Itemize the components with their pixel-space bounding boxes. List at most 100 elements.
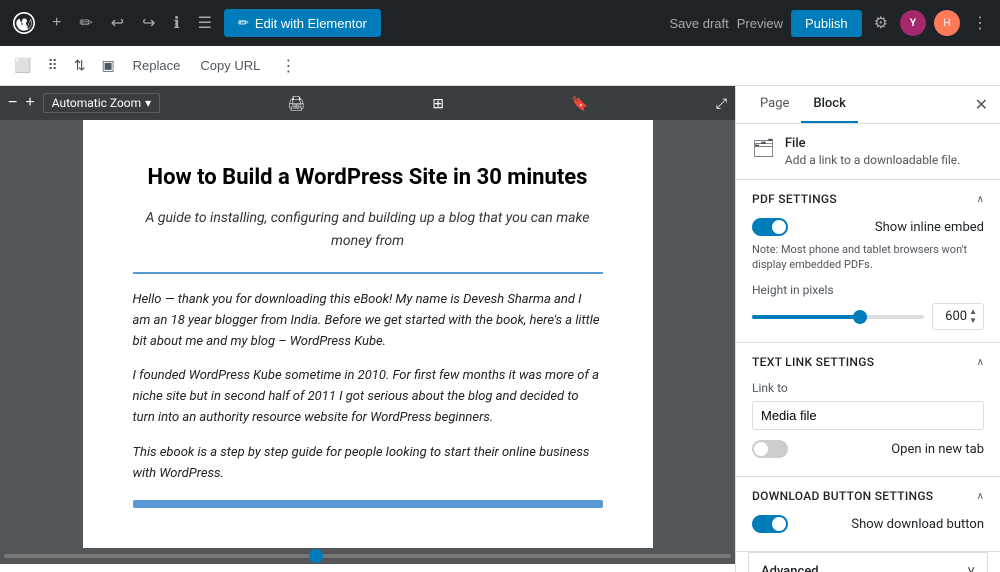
link-to-label: Link to [752,381,984,395]
tab-block[interactable]: Block [801,86,857,123]
file-folder-icon: 🗂 [752,138,775,159]
wordpress-icon [13,12,35,34]
link-to-row: Link to Media file [752,381,984,430]
info-button[interactable]: ℹ [168,9,186,37]
move-button[interactable]: ⇅ [68,53,92,78]
height-number-input[interactable]: 600 ▲ ▼ [932,303,984,331]
height-number-arrows[interactable]: ▲ ▼ [969,308,977,326]
settings-button[interactable]: ⚙ [870,9,892,37]
pdf-toolbar: − + Automatic Zoom ▾ 🖨 ⊞ 🔖 ⤢ [0,86,735,120]
show-download-button-label: Show download button [851,517,984,532]
pen-button[interactable]: ✏ [73,9,98,37]
list-button[interactable]: ☰ [192,9,218,37]
panel-close-button[interactable]: ✕ [975,95,988,115]
file-section: 🗂 File Add a link to a downloadable file… [736,124,1000,180]
download-button-settings-section: Download button settings ∧ Show download… [736,477,1000,552]
pdf-scrollbar[interactable] [0,548,735,564]
wp-logo [8,7,40,39]
show-download-toggle[interactable] [752,515,788,533]
pdf-folder-button[interactable]: ⊞ [432,95,444,112]
pdf-scrollbar-thumb[interactable] [309,549,323,563]
pdf-bookmark-button[interactable]: 🔖 [571,95,588,112]
pdf-body-3: This ebook is a step by step guide for p… [133,443,603,485]
show-inline-embed-label: Show inline embed [875,220,984,235]
layout-button[interactable]: ▣ [95,53,120,78]
pdf-title: How to Build a WordPress Site in 30 minu… [133,160,603,195]
text-link-settings-section: Text link settings ∧ Link to Media file … [736,343,1000,477]
edit-elementor-label: Edit with Elementor [255,16,367,31]
text-link-chevron-icon: ∧ [977,357,984,368]
open-new-tab-row: Open in new tab [752,440,984,458]
pdf-bottom-bar [133,500,603,508]
pdf-zoom-in-button[interactable]: + [25,94,34,112]
pdf-subtitle: A guide to installing, configuring and b… [133,207,603,252]
edit-elementor-pencil-icon: ✏ [238,15,249,31]
advanced-chevron-icon: ˅ [967,563,975,572]
more-options-button[interactable]: ⋮ [968,9,992,37]
hubspot-badge[interactable]: H [934,10,960,36]
advanced-header[interactable]: Advanced ˅ [748,552,988,572]
block-more-options-button[interactable]: ⋮ [272,52,304,80]
pdf-zoom-label: Automatic Zoom [52,96,141,110]
edit-elementor-button[interactable]: ✏ Edit with Elementor [224,9,381,37]
download-button-chevron-icon: ∧ [977,491,984,502]
height-value: 600 [939,309,967,324]
undo-button[interactable]: ↩ [105,9,130,37]
height-slider-fill [752,315,855,319]
drag-handle-button[interactable]: ⠿ [41,53,63,78]
pdf-divider [133,272,603,274]
yoast-badge[interactable]: Y [900,10,926,36]
text-link-settings-title: Text link settings [752,355,874,369]
download-button-settings-title: Download button settings [752,489,933,503]
pdf-zoom-chevron-icon: ▾ [145,96,151,110]
pdf-zoom-selector[interactable]: Automatic Zoom ▾ [43,93,161,113]
pdf-expand-button[interactable]: ⤢ [716,95,727,112]
pdf-settings-header[interactable]: PDF settings ∧ [752,192,984,206]
pdf-body-2: I founded WordPress Kube sometime in 201… [133,366,603,428]
replace-button[interactable]: Replace [125,54,189,77]
height-arrow-down-icon[interactable]: ▼ [969,317,977,326]
pdf-body-1: Hello — thank you for downloading this e… [133,290,603,352]
panel-header: Page Block ✕ [736,86,1000,124]
file-description: Add a link to a downloadable file. [785,153,960,167]
pdf-viewer: − + Automatic Zoom ▾ 🖨 ⊞ 🔖 ⤢ How to Buil… [0,86,735,564]
pdf-print-button[interactable]: 🖨 [287,95,305,112]
publish-button[interactable]: Publish [791,10,862,37]
show-inline-embed-row: Show inline embed [752,218,984,236]
height-slider-track[interactable] [752,315,924,319]
show-inline-embed-toggle[interactable] [752,218,788,236]
top-toolbar: + ✏ ↩ ↪ ℹ ☰ ✏ Edit with Elementor Save d… [0,0,1000,46]
link-to-dropdown[interactable]: Media file [761,408,975,423]
editor-area: − + Automatic Zoom ▾ 🖨 ⊞ 🔖 ⤢ How to Buil… [0,86,735,572]
text-link-settings-header[interactable]: Text link settings ∧ [752,355,984,369]
main-content: − + Automatic Zoom ▾ 🖨 ⊞ 🔖 ⤢ How to Buil… [0,86,1000,572]
right-panel: Page Block ✕ 🗂 File Add a link to a down… [735,86,1000,572]
tab-page[interactable]: Page [748,86,801,123]
download-button-settings-header[interactable]: Download button settings ∧ [752,489,984,503]
add-button[interactable]: + [46,10,67,36]
pdf-settings-title: PDF settings [752,192,837,206]
pdf-scrollbar-track[interactable] [4,554,731,558]
open-new-tab-label: Open in new tab [891,442,984,457]
pdf-document: How to Build a WordPress Site in 30 minu… [83,120,653,548]
pdf-settings-section: PDF settings ∧ Show inline embed Note: M… [736,180,1000,343]
save-draft-button[interactable]: Save draft [670,16,729,31]
pdf-zoom-out-button[interactable]: − [8,94,17,112]
copy-url-button[interactable]: Copy URL [192,54,268,77]
show-download-button-row: Show download button [752,515,984,533]
advanced-section: Advanced ˅ [736,552,1000,572]
preview-button[interactable]: Preview [737,16,783,31]
editor-wrapper: − + Automatic Zoom ▾ 🖨 ⊞ 🔖 ⤢ How to Buil… [0,86,735,572]
redo-button[interactable]: ↪ [136,9,161,37]
file-details: File Add a link to a downloadable file. [785,136,960,167]
pdf-settings-chevron-icon: ∧ [977,194,984,205]
height-slider-thumb[interactable] [853,310,867,324]
height-label: Height in pixels [752,283,984,297]
pdf-note: Note: Most phone and tablet browsers won… [752,242,984,273]
link-to-select[interactable]: Media file [752,401,984,430]
file-label: File [785,136,960,151]
below-pdf-area: launch-wordpress-blog Download There are… [0,564,735,572]
open-new-tab-toggle[interactable] [752,440,788,458]
secondary-toolbar: ⬜ ⠿ ⇅ ▣ Replace Copy URL ⋮ [0,46,1000,86]
page-icon-button[interactable]: ⬜ [8,53,37,78]
